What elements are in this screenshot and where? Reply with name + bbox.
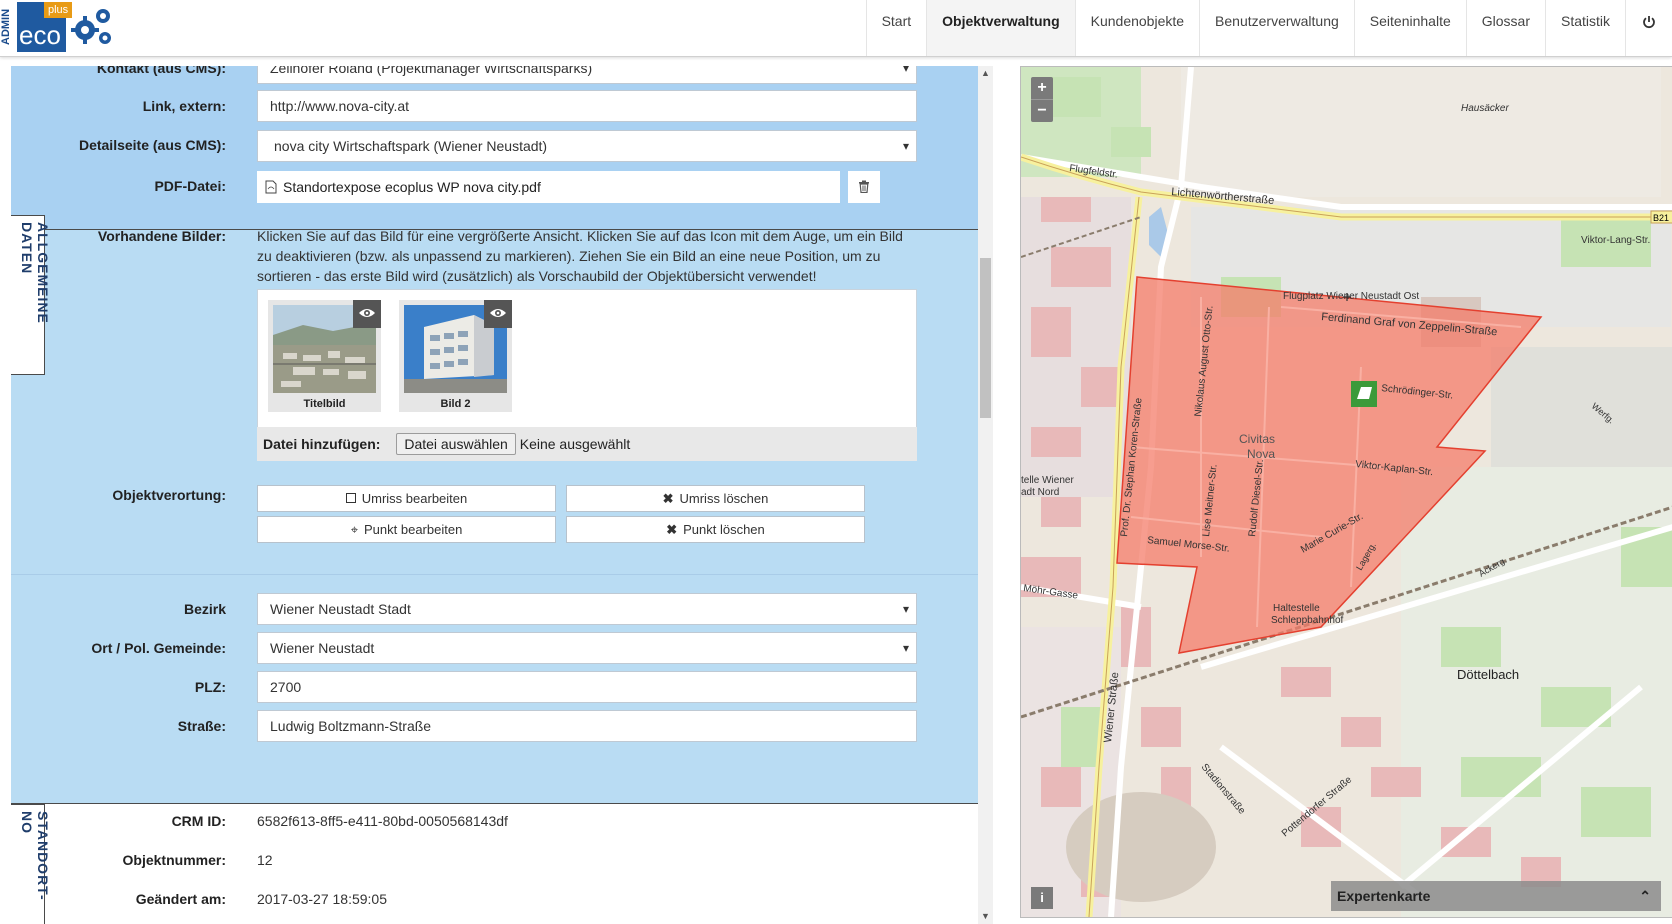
edit-outline-label: Umriss bearbeiten <box>361 491 468 506</box>
bezirk-label: Bezirk <box>183 601 226 617</box>
ort-select[interactable]: Wiener Neustadt <box>257 632 917 664</box>
strasse-label: Straße: <box>177 718 226 734</box>
choose-file-button[interactable]: Datei auswählen <box>396 433 516 455</box>
expertenkarte-label: Expertenkarte <box>1337 888 1431 904</box>
delete-point-button[interactable]: ✖ Punkt löschen <box>566 516 865 543</box>
nav-objektverwaltung[interactable]: Objektverwaltung <box>926 0 1075 56</box>
pdf-delete-button[interactable] <box>848 171 880 203</box>
image-caption: Titelbild <box>303 398 346 410</box>
bezirk-select[interactable]: Wiener Neustadt Stadt <box>257 593 917 625</box>
map-label: Döttelbach <box>1457 667 1519 682</box>
logout-button[interactable] <box>1625 0 1672 56</box>
crm-label: CRM ID: <box>171 813 226 829</box>
logo-eco-box: eco plus <box>17 2 73 52</box>
scrollbar-thumb[interactable] <box>980 258 991 418</box>
pdf-file-name: Standortexpose ecoplus WP nova city.pdf <box>283 179 541 195</box>
map-label: B21 <box>1653 213 1669 223</box>
close-icon: ✖ <box>666 522 678 537</box>
chevron-up-icon[interactable]: ⌃ <box>1639 881 1651 911</box>
edit-point-label: Punkt bearbeiten <box>364 522 463 537</box>
images-description: Klicken Sie auf das Bild für eine vergrö… <box>257 228 903 284</box>
map-label: telle Wiener <box>1021 475 1074 486</box>
image-caption: Bild 2 <box>440 398 471 410</box>
image-thumb[interactable]: Bild 2 <box>399 300 512 412</box>
link-input[interactable]: http://www.nova-city.at <box>257 90 917 122</box>
ort-label: Ort / Pol. Gemeinde: <box>91 640 226 656</box>
nav-benutzerverwaltung[interactable]: Benutzerverwaltung <box>1199 0 1354 56</box>
object-form: Kontakt (aus CMS): Zellhofer Roland (Pro… <box>0 66 978 924</box>
nav-statistik[interactable]: Statistik <box>1544 0 1625 56</box>
nav-start[interactable]: Start <box>865 0 927 56</box>
add-file-label: Datei hinzufügen: <box>263 436 381 452</box>
logo-eco-text: eco <box>19 20 61 50</box>
expertenkarte-panel[interactable]: Expertenkarte ⌃ <box>1331 881 1661 911</box>
link-label: Link, extern: <box>142 98 226 114</box>
square-icon <box>345 493 356 503</box>
detail-select[interactable]: nova city Wirtschaftspark (Wiener Neusta… <box>257 130 917 162</box>
zoom-out-button[interactable]: − <box>1031 99 1053 122</box>
add-file-row: Datei hinzufügen: Datei auswählen Keine … <box>257 427 917 461</box>
gears-icon <box>71 9 111 44</box>
toggle-image-eye-button[interactable] <box>484 300 512 328</box>
eye-icon <box>490 309 506 317</box>
power-icon <box>1643 16 1655 29</box>
section-divider <box>11 574 978 575</box>
map-label: Flugplatz Wiener Neustadt Ost <box>1283 291 1419 302</box>
map-label: Hausäcker <box>1461 103 1509 114</box>
trash-icon <box>859 180 869 194</box>
map-label: Civitas <box>1239 432 1275 446</box>
plz-input[interactable]: 2700 <box>257 671 917 703</box>
objnr-value: 12 <box>257 852 273 868</box>
map-label: Nova <box>1247 447 1275 461</box>
top-navbar: ADMIN eco plus Start Objektverwaltung Ku… <box>0 0 1672 57</box>
pdf-file-field[interactable]: Standortexpose ecoplus WP nova city.pdf <box>257 171 840 203</box>
nav-kundenobjekte[interactable]: Kundenobjekte <box>1074 0 1199 56</box>
map-label: Haltestelle <box>1273 603 1320 614</box>
pdf-label: PDF-Datei: <box>154 178 226 194</box>
edit-outline-button[interactable]: Umriss bearbeiten <box>257 485 556 512</box>
crosshair-icon: ⌖ <box>350 522 359 537</box>
pdf-file-icon <box>265 180 277 194</box>
contact-select[interactable]: Zellhofer Roland (Projektmanager Wirtsch… <box>257 66 917 84</box>
logo-admin-text: ADMIN <box>0 2 16 52</box>
toggle-image-eye-button[interactable] <box>353 300 381 328</box>
delete-outline-button[interactable]: ✖ Umriss löschen <box>566 485 865 512</box>
map-label: adt Nord <box>1021 487 1059 498</box>
nav-glossar[interactable]: Glossar <box>1465 0 1545 56</box>
ecoplus-admin-logo[interactable]: ADMIN eco plus <box>0 0 130 56</box>
image-gallery: Titelbild Bild 2 <box>257 289 917 434</box>
edit-point-button[interactable]: ⌖ Punkt bearbeiten <box>257 516 556 543</box>
eye-icon <box>359 309 375 317</box>
plz-label: PLZ: <box>194 679 226 695</box>
scroll-down-arrow-icon[interactable]: ▼ <box>978 909 993 924</box>
objnr-label: Objektnummer: <box>122 852 226 868</box>
map-zoom-controls: + − <box>1031 77 1053 122</box>
map-canvas[interactable]: Hausäcker Flugfeldstr. Lichtenwörtherstr… <box>1021 67 1672 917</box>
delete-outline-label: Umriss löschen <box>679 491 769 506</box>
strasse-input[interactable]: Ludwig Boltzmann-Straße <box>257 710 917 742</box>
map-label: Viktor-Lang-Str. <box>1581 235 1650 246</box>
no-file-text: Keine ausgewählt <box>519 436 631 452</box>
verortung-label: Objektverortung: <box>112 487 226 503</box>
close-icon: ✖ <box>662 491 674 506</box>
location-map[interactable]: Hausäcker Flugfeldstr. Lichtenwörtherstr… <box>1020 66 1672 918</box>
changed-label: Geändert am: <box>135 891 226 907</box>
main-nav: Start Objektverwaltung Kundenobjekte Ben… <box>865 0 1672 56</box>
contact-label: Kontakt (aus CMS): <box>96 66 226 76</box>
detail-label: Detailseite (aus CMS): <box>78 137 226 153</box>
delete-point-label: Punkt löschen <box>683 522 765 537</box>
scroll-up-arrow-icon[interactable]: ▲ <box>978 66 993 81</box>
crm-value: 6582f613-8ff5-e411-80bd-0050568143df <box>257 813 508 829</box>
changed-value: 2017-03-27 18:59:05 <box>257 891 387 907</box>
nav-seiteninhalte[interactable]: Seiteninhalte <box>1353 0 1466 56</box>
map-label: Schleppbahnhof <box>1271 615 1344 626</box>
map-info-button[interactable]: i <box>1031 887 1053 909</box>
image-thumb[interactable]: Titelbild <box>268 300 381 412</box>
images-label: Vorhandene Bilder: <box>97 228 226 244</box>
form-scrollbar[interactable]: ▲ ▼ <box>978 66 993 924</box>
zoom-in-button[interactable]: + <box>1031 77 1053 99</box>
